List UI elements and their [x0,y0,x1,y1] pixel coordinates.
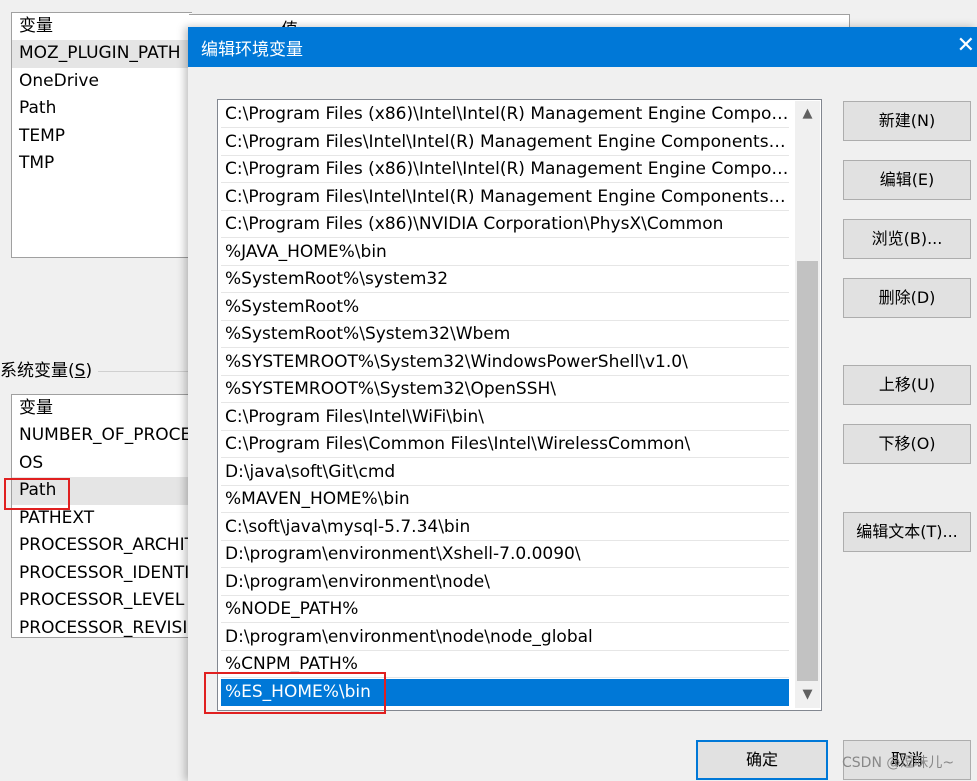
dialog-titlebar[interactable]: 编辑环境变量 ✕ [188,27,977,67]
path-item[interactable]: %SystemRoot% [221,294,789,321]
highlight-es-home-entry [204,672,386,714]
system-var-row[interactable]: OS [12,450,192,478]
path-item[interactable]: C:\Program Files\Intel\Intel(R) Manageme… [221,184,789,211]
move-up-button[interactable]: 上移(U) [843,365,971,405]
path-item[interactable]: %MAVEN_HOME%\bin [221,486,789,513]
browse-button[interactable]: 浏览(B)... [843,219,971,259]
edit-text-button[interactable]: 编辑文本(T)... [843,512,971,552]
system-var-row[interactable]: PROCESSOR_IDENTIFIER [12,560,192,588]
user-variables-list[interactable]: 变量 MOZ_PLUGIN_PATH OneDrive Path TEMP TM… [11,12,192,258]
path-entries-list[interactable]: C:\Program Files (x86)\Intel\Intel(R) Ma… [217,99,822,711]
ok-button[interactable]: 确定 [696,740,828,780]
path-item[interactable]: D:\program\environment\node\ [221,569,789,596]
scroll-down-icon[interactable]: ▼ [795,682,820,708]
path-item[interactable]: D:\program\environment\node\node_global [221,624,789,651]
divider [98,371,190,372]
system-var-row[interactable]: PROCESSOR_ARCHITECTURE [12,532,192,560]
user-var-row[interactable]: OneDrive [12,68,192,96]
system-vars-header: 变量 [19,398,53,418]
new-button[interactable]: 新建(N) [843,101,971,141]
path-item[interactable]: C:\Program Files (x86)\Intel\Intel(R) Ma… [221,101,789,128]
system-var-row[interactable]: NUMBER_OF_PROCESSORS [12,422,192,450]
path-item[interactable]: D:\java\soft\Git\cmd [221,459,789,486]
move-down-button[interactable]: 下移(O) [843,424,971,464]
path-item[interactable]: C:\Program Files (x86)\NVIDIA Corporatio… [221,211,789,238]
path-item[interactable]: %SystemRoot%\System32\Wbem [221,321,789,348]
close-icon[interactable]: ✕ [957,33,975,58]
path-item[interactable]: C:\Program Files\Common Files\Intel\Wire… [221,431,789,458]
path-item[interactable]: C:\soft\java\mysql-5.7.34\bin [221,514,789,541]
user-var-row[interactable]: MOZ_PLUGIN_PATH [12,40,192,68]
list-scrollbar[interactable]: ▲ ▼ [795,101,820,708]
system-variables-label: 系统变量(S) [0,361,93,381]
path-item[interactable]: %SYSTEMROOT%\System32\OpenSSH\ [221,376,789,403]
path-item[interactable]: C:\Program Files\Intel\Intel(R) Manageme… [221,129,789,156]
path-item[interactable]: %SYSTEMROOT%\System32\WindowsPowerShell\… [221,349,789,376]
edit-env-variable-dialog: 编辑环境变量 ✕ C:\Program Files (x86)\Intel\In… [188,27,977,781]
system-var-row[interactable]: PROCESSOR_LEVEL [12,587,192,615]
scroll-thumb[interactable] [797,261,818,681]
watermark: CSDN @逗味儿~ [842,755,955,771]
system-var-row[interactable]: PROCESSOR_REVISION [12,615,192,638]
scroll-up-icon[interactable]: ▲ [795,101,820,127]
path-item[interactable]: C:\Program Files (x86)\Intel\Intel(R) Ma… [221,156,789,183]
path-item[interactable]: %NODE_PATH% [221,596,789,623]
highlight-path-variable [4,478,70,510]
user-vars-header: 变量 [19,16,53,36]
dialog-title: 编辑环境变量 [201,40,303,60]
path-item[interactable]: C:\Program Files\Intel\WiFi\bin\ [221,404,789,431]
edit-button[interactable]: 编辑(E) [843,160,971,200]
user-var-row[interactable]: TMP [12,150,192,178]
path-item[interactable]: %JAVA_HOME%\bin [221,239,789,266]
user-var-row[interactable]: Path [12,95,192,123]
system-variables-list[interactable]: 变量 NUMBER_OF_PROCESSORS OS Path PATHEXT … [11,394,192,638]
delete-button[interactable]: 删除(D) [843,278,971,318]
path-item[interactable]: D:\program\environment\Xshell-7.0.0090\ [221,541,789,568]
user-var-row[interactable]: TEMP [12,123,192,151]
path-item[interactable]: %SystemRoot%\system32 [221,266,789,293]
